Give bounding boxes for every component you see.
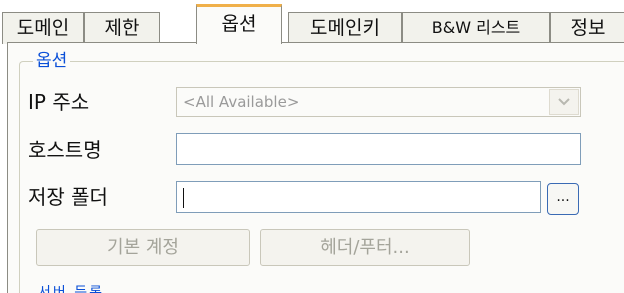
storage-folder-input[interactable] [177,182,540,212]
ip-address-select[interactable]: <All Available> [176,87,581,117]
tab-options[interactable]: 옵션 [196,4,282,44]
hostname-label: 호스트명 [28,138,102,162]
tab-info[interactable]: 정보 [550,12,624,44]
header-footer-button[interactable]: 헤더/푸터... [260,229,470,266]
default-account-button[interactable]: 기본 계정 [36,229,250,266]
ip-address-label: IP 주소 [28,90,90,114]
ip-address-selected-value: <All Available> [183,93,300,111]
storage-folder-label: 저장 폴더 [28,185,108,209]
chevron-down-icon [558,98,570,106]
browse-button[interactable]: ... [547,183,579,215]
dropdown-button[interactable] [549,89,579,115]
text-cursor [183,188,184,208]
tab-domainkey[interactable]: 도메인키 [288,12,402,44]
hostname-field[interactable] [176,133,581,165]
tab-domain[interactable]: 도메인 [2,12,84,44]
hostname-input[interactable] [177,134,580,164]
tab-restriction[interactable]: 제한 [84,12,160,44]
tab-strip: 도메인 제한 옵션 도메인키 B&W 리스트 정보 [0,0,624,44]
next-group-title: 서버 등록 [38,285,104,293]
storage-folder-field[interactable] [176,181,541,213]
options-group-title: 옵션 [33,51,71,71]
tab-bw-list[interactable]: B&W 리스트 [402,12,550,44]
